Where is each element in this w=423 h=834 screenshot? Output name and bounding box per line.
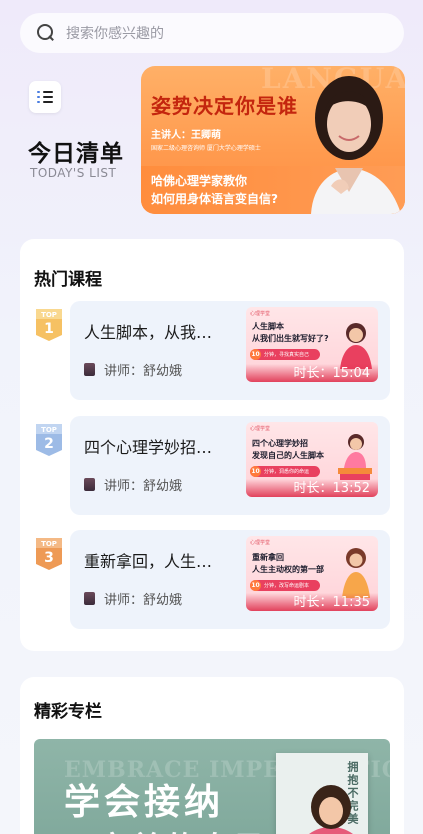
tutor-avatar-icon <box>84 478 95 491</box>
section-title-hot: 热门课程 <box>34 270 102 290</box>
thumb-pill: 10 分钟，改写命运剧本 <box>250 580 320 591</box>
checklist-icon[interactable] <box>29 81 61 113</box>
duration-bar: 时长：13:52 <box>246 479 378 497</box>
rank-badge-3: TOP 3 <box>36 538 62 570</box>
thumb-tag: 心理学堂 <box>250 311 271 317</box>
rank-badge-word: TOP <box>41 426 57 434</box>
pill-number: 10 <box>250 466 261 477</box>
list-line <box>43 91 53 93</box>
rank-badge-number: 1 <box>44 321 54 337</box>
pill-text: 分钟，改写命运剧本 <box>264 583 310 589</box>
thumb-line-1: 重新拿回 <box>252 553 284 562</box>
column-title-line-2: 不完美的自己 <box>64 823 268 834</box>
rank-badge-number: 3 <box>44 550 54 566</box>
pill-text: 分钟，寻找真实自己 <box>264 352 310 358</box>
search-bar[interactable]: 搜索你感兴趣的 <box>20 13 404 53</box>
banner-speaker: 主讲人：王卿萌 <box>151 130 221 141</box>
thumb-line-1: 四个心理学妙招 <box>252 439 308 448</box>
rank-badge-word: TOP <box>41 311 57 319</box>
course-thumbnail[interactable]: 心理学堂 四个心理学妙招 发现自己的人生脚本 10 分钟，洞悉你的命运 时长：1… <box>246 422 378 497</box>
woman-standing-illustration-icon <box>342 548 370 598</box>
tutor-name: 讲师：舒幼娥 <box>104 593 183 608</box>
course-title: 重新拿回，人生… <box>84 552 213 571</box>
search-icon <box>36 23 56 43</box>
column-title: 学会接纳 <box>64 781 225 823</box>
thumb-pill: 10 分钟，洞悉你的命运 <box>250 466 320 477</box>
thumb-pill: 10 分钟，寻找真实自己 <box>250 349 320 360</box>
promo-banner[interactable]: LANGUAGE 姿势决定你是谁 主讲人：王卿萌 国家二级心理咨询师 厦门大学心… <box>141 66 405 214</box>
course-card-3[interactable]: 重新拿回，人生… 讲师：舒幼娥 心理学堂 重新拿回 人生主动权的第一部 10 分… <box>70 530 390 629</box>
pill-number: 10 <box>250 580 261 591</box>
thumb-tag: 心理学堂 <box>250 540 271 546</box>
rank-badge-1: TOP 1 <box>36 309 62 341</box>
section-title-columns: 精彩专栏 <box>34 702 102 722</box>
woman-reading-illustration-icon <box>338 434 372 480</box>
course-thumbnail[interactable]: 心理学堂 人生脚本 从我们出生就写好了? 10 分钟，寻找真实自己 时长：15:… <box>246 307 378 382</box>
rank-badge-number: 2 <box>44 436 54 452</box>
today-title: 今日清单 <box>28 141 124 167</box>
course-tutor: 讲师：舒幼娥 <box>84 475 182 494</box>
duration-text: 时长：13:52 <box>293 481 370 496</box>
thumb-line-2: 发现自己的人生脚本 <box>252 451 324 460</box>
duration-bar: 时长：11:35 <box>246 593 378 611</box>
list-line <box>43 101 53 103</box>
course-tutor: 讲师：舒幼娥 <box>84 360 182 379</box>
rank-badge-2: TOP 2 <box>36 424 62 456</box>
woman-illustration-icon <box>340 323 372 369</box>
banner-title: 姿势决定你是谁 <box>151 94 298 118</box>
search-input[interactable]: 搜索你感兴趣的 <box>66 23 164 43</box>
speaker-portrait <box>311 76 401 214</box>
thumb-line-2: 从我们出生就写好了? <box>252 334 329 343</box>
course-thumbnail[interactable]: 心理学堂 重新拿回 人生主动权的第一部 10 分钟，改写命运剧本 时长：11:3… <box>246 536 378 611</box>
duration-bar: 时长：15:04 <box>246 364 378 382</box>
rank-badge-word: TOP <box>41 540 57 548</box>
tutor-name: 讲师：舒幼娥 <box>104 364 183 379</box>
pill-text: 分钟，洞悉你的命运 <box>264 469 310 475</box>
check-mark <box>37 91 40 93</box>
duration-text: 时长：11:35 <box>293 595 370 610</box>
course-card-1[interactable]: 人生脚本，从我… 讲师：舒幼娥 心理学堂 人生脚本 从我们出生就写好了? 10 … <box>70 301 390 400</box>
banner-line-2: 如何用身体语言变自信? <box>151 192 278 206</box>
woman-hugging-illustration-icon <box>309 785 353 834</box>
column-banner[interactable]: EMBRACE IMPERFECTION 学会接纳 不完美的自己 拥抱不完美 <box>34 739 390 834</box>
thumb-line-2: 人生主动权的第一部 <box>252 565 324 574</box>
featured-columns-section: 精彩专栏 EMBRACE IMPERFECTION 学会接纳 不完美的自己 拥抱… <box>20 677 404 834</box>
tutor-avatar-icon <box>84 363 95 376</box>
duration-text: 时长：15:04 <box>293 366 370 381</box>
course-card-2[interactable]: 四个心理学妙招… 讲师：舒幼娥 心理学堂 四个心理学妙招 发现自己的人生脚本 1… <box>70 416 390 515</box>
check-mark <box>37 96 40 98</box>
course-tutor: 讲师：舒幼娥 <box>84 589 182 608</box>
banner-line-1: 哈佛心理学家教你 <box>151 174 248 188</box>
pill-number: 10 <box>250 349 261 360</box>
check-mark <box>37 101 40 103</box>
tutor-avatar-icon <box>84 592 95 605</box>
hot-courses-section: 热门课程 TOP 1 人生脚本，从我… 讲师：舒幼娥 心理学堂 人生脚本 从我们… <box>20 239 404 651</box>
banner-credential: 国家二级心理咨询师 厦门大学心理学硕士 <box>151 145 261 152</box>
list-line <box>43 96 53 98</box>
today-subtitle: TODAY'S LIST <box>30 166 117 180</box>
thumb-tag: 心理学堂 <box>250 426 271 432</box>
course-title: 四个心理学妙招… <box>84 438 213 457</box>
thumb-line-1: 人生脚本 <box>252 322 284 331</box>
tutor-name: 讲师：舒幼娥 <box>104 479 183 494</box>
course-title: 人生脚本，从我… <box>84 323 213 342</box>
